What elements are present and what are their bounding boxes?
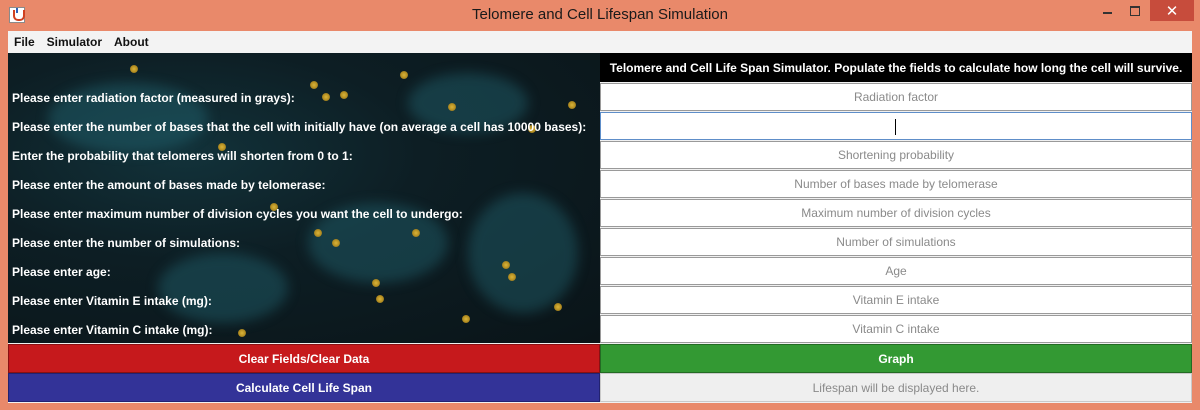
calculate-lifespan-button[interactable]: Calculate Cell Life Span [8, 373, 600, 402]
division-cycles-input[interactable] [600, 199, 1192, 227]
telomere-dot [238, 329, 246, 337]
telomerase-bases-label: Please enter the amount of bases made by… [12, 178, 326, 192]
telomere-dot [462, 315, 470, 323]
lifespan-result-display: Lifespan will be displayed here. [600, 373, 1192, 402]
telomere-dot [448, 103, 456, 111]
telomere-dot [322, 93, 330, 101]
telomere-dot [376, 295, 384, 303]
chromosome-blob [158, 253, 288, 323]
menu-file[interactable]: File [8, 31, 41, 53]
simulations-input[interactable] [600, 228, 1192, 256]
maximize-icon [1130, 5, 1140, 16]
radiation-factor-input[interactable] [600, 83, 1192, 111]
instructions-header: Telomere and Cell Life Span Simulator. P… [600, 53, 1192, 82]
initial-bases-input[interactable] [600, 112, 1192, 140]
chromosome-blob [468, 193, 578, 313]
telomere-dot [502, 261, 510, 269]
telomere-dot [332, 239, 340, 247]
telomere-dot [310, 81, 318, 89]
text-caret [895, 119, 896, 135]
menu-simulator[interactable]: Simulator [41, 31, 108, 53]
age-input[interactable] [600, 257, 1192, 285]
instructions-text: Telomere and Cell Life Span Simulator. P… [609, 61, 1183, 75]
telomere-dot [508, 273, 516, 281]
vitamin-e-label: Please enter Vitamin E intake (mg): [12, 294, 212, 308]
close-button[interactable]: ✕ [1150, 0, 1194, 21]
telomere-dot [554, 303, 562, 311]
app-window: Telomere and Cell Lifespan Simulation ✕ … [0, 0, 1200, 410]
telomerase-bases-input[interactable] [600, 170, 1192, 198]
age-label: Please enter age: [12, 265, 111, 279]
radiation-label: Please enter radiation factor (measured … [12, 91, 295, 105]
title-bar[interactable]: Telomere and Cell Lifespan Simulation ✕ [0, 0, 1200, 31]
main-content: Please enter radiation factor (measured … [8, 53, 1192, 403]
telomere-dot [568, 101, 576, 109]
initial-bases-label: Please enter the number of bases that th… [12, 120, 587, 134]
vitamin-e-input[interactable] [600, 286, 1192, 314]
telomere-dot [340, 91, 348, 99]
telomere-dot [372, 279, 380, 287]
background-image-panel: Please enter radiation factor (measured … [8, 53, 600, 343]
minimize-button[interactable] [1092, 0, 1122, 21]
simulations-label: Please enter the number of simulations: [12, 236, 241, 250]
clear-fields-button[interactable]: Clear Fields/Clear Data [8, 344, 600, 373]
vitamin-c-input[interactable] [600, 315, 1192, 343]
telomere-dot [130, 65, 138, 73]
graph-button[interactable]: Graph [600, 344, 1192, 373]
division-cycles-label: Please enter maximum number of division … [12, 207, 463, 221]
maximize-button[interactable] [1122, 0, 1148, 21]
menu-about[interactable]: About [108, 31, 155, 53]
shortening-probability-input[interactable] [600, 141, 1192, 169]
menu-bar: File Simulator About [8, 31, 1192, 53]
minimize-icon [1102, 11, 1112, 14]
telomere-dot [314, 229, 322, 237]
close-icon: ✕ [1165, 2, 1179, 20]
window-title: Telomere and Cell Lifespan Simulation [472, 6, 728, 23]
vitamin-c-label: Please enter Vitamin C intake (mg): [12, 323, 213, 337]
shortening-probability-label: Enter the probability that telomeres wil… [12, 149, 353, 163]
telomere-dot [400, 71, 408, 79]
telomere-dot [412, 229, 420, 237]
